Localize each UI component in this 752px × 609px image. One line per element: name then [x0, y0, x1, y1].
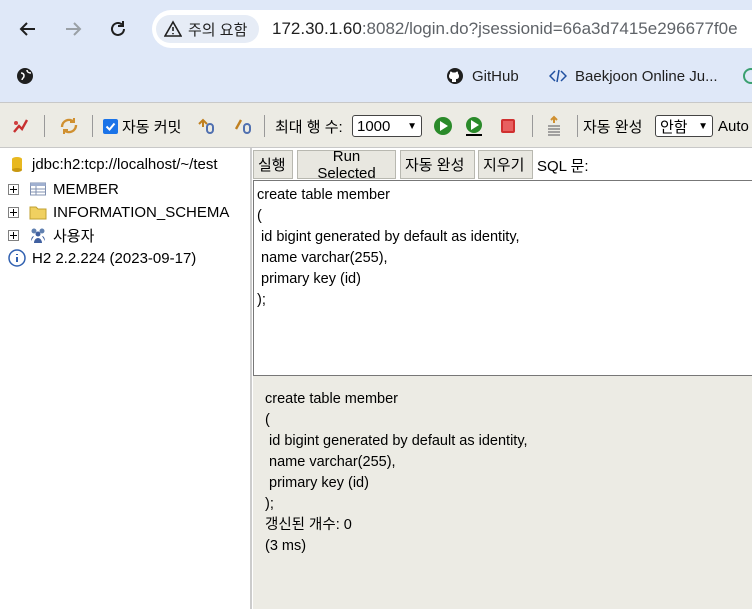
folder-icon	[29, 206, 47, 220]
result-panel: create table member ( id bigint generate…	[253, 376, 752, 609]
chevron-down-icon: ▼	[407, 120, 417, 132]
stop-icon	[501, 119, 515, 133]
bookmark-baekjoon-label: Baekjoon Online Ju...	[575, 67, 718, 85]
browser-chrome: 주의 요함 172.30.1.60:8082/login.do?jsession…	[0, 0, 752, 136]
tree-connection[interactable]: jdbc:h2:tcp://localhost/~/test	[8, 153, 218, 175]
disconnect-button[interactable]	[10, 113, 32, 139]
commit-icon	[234, 119, 251, 134]
autocomplete-button[interactable]: 자동 완성	[400, 150, 475, 179]
tree-item-label: MEMBER	[53, 180, 119, 198]
max-rows-label: 최대 행 수:	[275, 118, 343, 136]
history-button[interactable]	[543, 113, 565, 139]
bookmark-baekjoon[interactable]: Baekjoon Online Ju...	[549, 58, 718, 94]
sql-statement-label: SQL 문:	[537, 158, 589, 175]
tree-item-label: INFORMATION_SCHEMA	[53, 203, 230, 221]
bookmark-partial[interactable]	[742, 58, 752, 94]
tree-connection-label: jdbc:h2:tcp://localhost/~/test	[32, 155, 218, 173]
max-rows-select-box[interactable]: 1000 ▼	[352, 115, 422, 137]
toolbar-separator	[264, 115, 265, 137]
security-chip[interactable]: 주의 요함	[156, 15, 260, 43]
toolbar-separator	[92, 115, 93, 137]
globe-icon	[17, 68, 33, 84]
bookmarks-bar: GitHub Baekjoon Online Ju...	[0, 58, 752, 136]
autocomplete-label: 자동 완성	[583, 118, 643, 136]
bookmark-partial-icon	[743, 68, 752, 84]
sql-button-bar: 실행 Run Selected 자동 완성 지우기 SQL 문:	[253, 148, 752, 182]
refresh-icon	[60, 118, 78, 134]
h2-toolbar: 자동 커밋 최대 행 수: 1000 ▼ 자동 완성 안함 ▼ Auto	[0, 102, 752, 148]
back-arrow-icon	[19, 22, 35, 36]
users-icon	[31, 228, 45, 243]
url-host: 172.30.1.60	[272, 19, 362, 38]
forward-button[interactable]	[58, 14, 88, 44]
toolbar-separator	[44, 115, 45, 137]
auto-label: Auto	[718, 117, 749, 135]
disconnect-icon	[13, 119, 29, 133]
back-button[interactable]	[13, 14, 43, 44]
url-text: 172.30.1.60:8082/login.do?jsessionid=66a…	[272, 19, 738, 39]
checkmark-icon	[103, 118, 118, 134]
run-selected-button[interactable]: Run Selected	[297, 148, 396, 182]
code-icon	[549, 69, 567, 83]
address-bar[interactable]: 주의 요함 172.30.1.60:8082/login.do?jsession…	[152, 10, 752, 48]
run-selected-icon	[466, 117, 482, 136]
run-button[interactable]: 실행	[253, 150, 293, 179]
play-icon	[434, 117, 452, 135]
expand-icon[interactable]	[8, 206, 19, 218]
info-icon	[8, 249, 26, 267]
rollback-button[interactable]	[195, 113, 217, 139]
forward-arrow-icon	[66, 22, 82, 36]
max-rows-select[interactable]: 1000 ▼	[352, 113, 422, 139]
autocommit-label: 자동 커밋	[122, 118, 182, 136]
github-icon	[447, 68, 463, 84]
run-selected-toolbar-button[interactable]	[463, 113, 485, 139]
url-path: :8082/login.do?jsessionid=66a3d7415e2966…	[361, 19, 738, 38]
sql-editor[interactable]: create table member ( id bigint generate…	[253, 180, 752, 376]
tree-version: H2 2.2.224 (2023-09-17)	[8, 247, 196, 269]
reload-icon	[111, 21, 125, 36]
commit-button[interactable]	[232, 113, 254, 139]
tree-item-information-schema[interactable]: INFORMATION_SCHEMA	[8, 201, 229, 223]
object-tree: jdbc:h2:tcp://localhost/~/test MEMBER IN…	[0, 148, 252, 609]
autocomplete-value: 안함	[660, 118, 688, 136]
tree-version-label: H2 2.2.224 (2023-09-17)	[32, 249, 197, 267]
expand-icon[interactable]	[8, 229, 19, 241]
bookmark-github[interactable]: GitHub	[446, 58, 519, 94]
rollback-icon	[198, 118, 214, 134]
tree-item-users[interactable]: 사용자	[8, 224, 94, 246]
toolbar-separator	[532, 115, 533, 137]
autocommit-checkbox[interactable]: 자동 커밋	[103, 113, 181, 139]
security-chip-label: 주의 요함	[188, 21, 248, 39]
toolbar-separator	[577, 115, 578, 137]
autocomplete-select-box[interactable]: 안함 ▼	[655, 115, 713, 137]
table-icon	[30, 182, 46, 196]
chevron-down-icon: ▼	[698, 120, 708, 132]
navigation-row: 주의 요함 172.30.1.60:8082/login.do?jsession…	[0, 0, 752, 56]
refresh-button[interactable]	[58, 113, 80, 139]
cancel-button[interactable]	[497, 113, 519, 139]
expand-icon[interactable]	[8, 183, 19, 195]
database-icon	[12, 157, 22, 172]
warning-icon	[164, 20, 182, 37]
history-icon	[548, 115, 560, 136]
run-toolbar-button[interactable]	[432, 113, 454, 139]
bookmark-globe[interactable]	[16, 58, 42, 94]
clear-button[interactable]: 지우기	[478, 150, 533, 179]
reload-button[interactable]	[103, 14, 133, 44]
tree-item-label: 사용자	[53, 227, 95, 245]
tree-item-member[interactable]: MEMBER	[8, 178, 119, 200]
bookmark-github-label: GitHub	[472, 67, 519, 85]
max-rows-value: 1000	[357, 117, 391, 135]
autocomplete-select[interactable]: 안함 ▼	[655, 113, 713, 139]
